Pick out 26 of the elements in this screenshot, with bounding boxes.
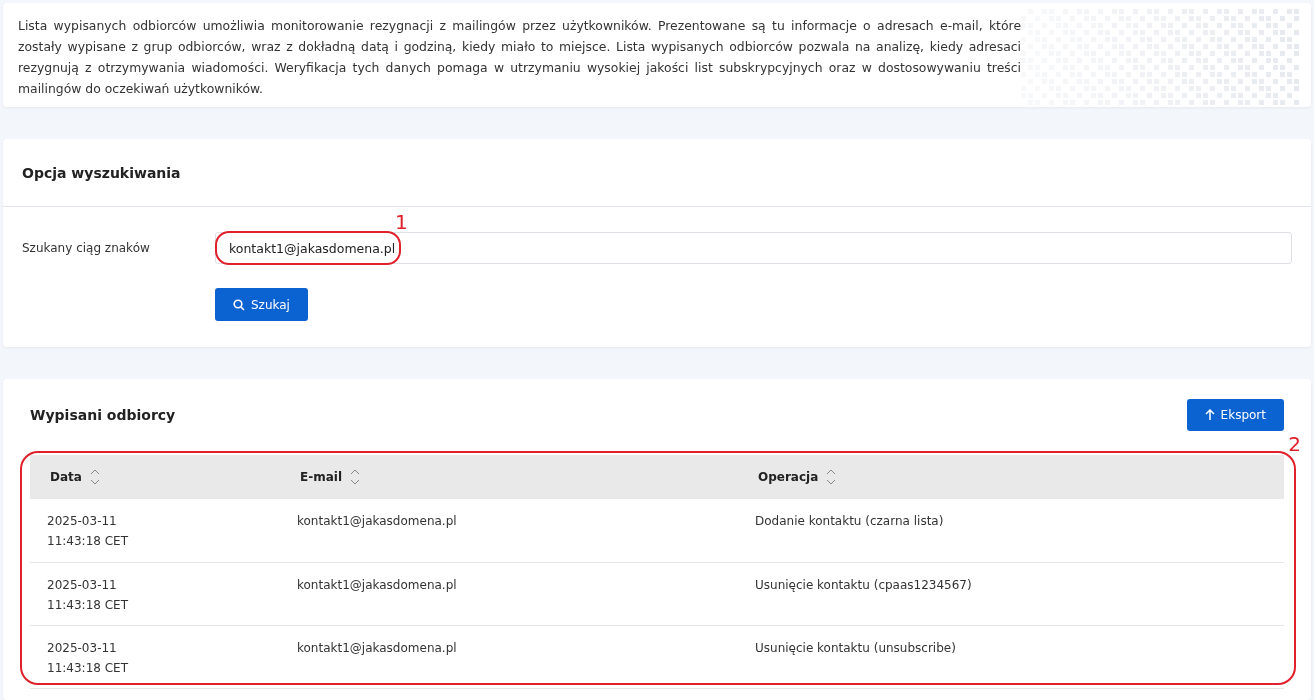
sort-icon[interactable] [350, 467, 360, 487]
table-cell: kontakt1@jakasdomena.pl [280, 625, 738, 688]
table-cell: kontakt1@jakasdomena.pl [280, 499, 738, 562]
arrow-up-icon [1204, 409, 1215, 421]
section-title: Wypisani odbiorcy [30, 407, 176, 423]
search-icon [233, 298, 245, 311]
table-cell: 2025-03-11 11:43:18 CET [30, 562, 280, 625]
table-cell: 2025-03-11 11:43:18 CET [30, 625, 280, 688]
table-cell: Usunięcie kontaktu (unsubscribe) [738, 625, 1284, 688]
table-cell: kontakt1@jakasdomena.pl [280, 562, 738, 625]
section-title: Opcja wyszukiwania [22, 164, 181, 181]
export-button[interactable]: Eksport [1186, 399, 1284, 431]
field-label: Szukany ciąg znaków [22, 241, 151, 255]
sort-icon[interactable] [89, 467, 100, 487]
sort-icon[interactable] [826, 467, 837, 487]
description-text: Lista wypisanych odbiorców umożliwia monitorowanie rezygnacji z mailingów przez użytkowników. Prezentowane są tu informacje o adresach e-mail, które zostały wypisane z grup odbiorców, wraz z dokładną datą i godziną, kiedy miało to miejsce. Lista wypisanych odbiorców pozwala na analizę, kiedy adresaci rezygnują z otrzymywania wiadomości. Weryfikacja tych danych pomaga w utrzymaniu wysokiej jakości list subskrypcyjnych oraz w dostosowywaniu treści mailingów do oczekiwań użytkowników. [18, 17, 1021, 98]
search-field[interactable]: kontakt1@jakasdomena.pl [215, 232, 1292, 264]
callout-number: 2 [1288, 434, 1301, 454]
table-cell: 2025-03-11 11:43:18 CET [30, 499, 280, 562]
column-header: Data [50, 470, 82, 484]
table-cell: Usunięcie kontaktu (cpaas1234567) [738, 562, 1284, 625]
search-button[interactable]: Szukaj [215, 288, 308, 321]
callout-number: 1 [395, 212, 408, 232]
column-header: E-mail [300, 470, 342, 484]
column-header: Operacja [758, 470, 819, 484]
table-cell: Dodanie kontaktu (czarna lista) [738, 499, 1284, 562]
